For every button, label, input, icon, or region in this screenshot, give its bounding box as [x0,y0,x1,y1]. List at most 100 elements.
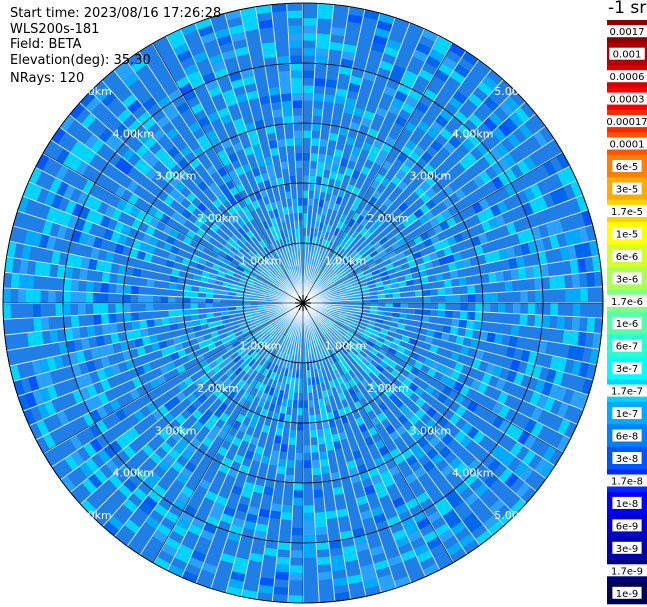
ppi-cell [519,314,528,326]
ppi-cell [292,93,303,101]
range-ring-label: 2.00km [197,382,239,395]
ppi-cell [49,329,59,343]
ppi-cell [298,213,303,221]
ppi-cell [286,459,295,468]
ppi-cell [495,271,505,282]
ppi-cell [550,303,558,316]
ppi-cell [303,175,310,184]
ppi-cell [293,497,303,506]
ppi-cell [324,94,335,103]
ppi-cell [3,304,11,319]
ppi-cell [25,275,35,289]
ppi-cell [317,556,331,566]
ppi-cell [325,79,338,88]
ppi-cell [71,327,81,340]
ppi-cell [281,504,293,513]
ppi-cell [549,276,558,289]
ppi-cell [312,123,322,132]
ppi-cell [467,311,476,321]
ppi-cell [278,541,291,551]
ppi-cell [459,311,468,320]
ppi-cell [296,422,303,431]
ppi-cell [316,541,329,551]
ppi-cell [25,289,34,303]
colorbar-tick-label: 0.0017 [610,27,645,38]
ppi-cell [303,85,314,94]
ppi-cell [400,303,408,309]
ppi-cell [443,279,453,288]
colorbar-tick-label: 6e-7 [616,342,639,353]
ppi-cell [275,564,290,573]
ppi-cell [303,93,314,101]
ppi-cell [289,175,297,184]
ppi-cell [276,556,290,566]
ppi-cell [565,288,573,302]
ppi-cell [303,512,315,521]
ppi-cell [18,274,27,289]
ppi-cell [490,292,498,303]
range-ring-label: 2.00km [367,382,409,395]
ppi-cell [311,459,321,468]
ppi-cell [488,272,497,283]
ppi-cell [303,25,317,34]
ppi-cell [78,292,86,303]
ppi-cell [263,49,277,59]
ppi-cell [295,153,303,161]
ppi-cell [556,275,566,289]
ppi-cell [33,317,42,332]
ppi-cell [385,303,393,308]
ppi-cell [571,317,581,331]
ppi-cell [100,282,109,293]
ppi-cell [317,153,326,163]
ppi-cell [270,94,281,103]
ppi-cell [316,33,331,42]
ppi-cell [190,297,199,303]
ppi-cell [297,407,303,416]
ppi-cell [309,175,316,184]
ppi-cell [123,284,132,294]
colorbar-tick-label: 1e-7 [616,409,639,420]
ppi-cell [293,115,303,124]
colorbar-tick-label: 1e-9 [616,589,639,600]
ppi-cell [437,303,446,310]
ppi-cell [309,422,317,431]
ppi-cell [297,400,303,408]
ppi-cell [85,281,95,292]
ppi-cell [303,18,317,26]
ppi-cell [288,25,302,34]
ppi-cell [504,281,513,292]
ppi-cell [288,437,296,446]
ppi-cell [437,310,446,318]
ppi-cell [294,138,303,146]
ppi-cell [269,510,281,520]
ppi-cell [295,452,303,461]
start-time-label: Start time: 2023/08/16 17:26:28 [10,6,222,21]
colorbar-tick-label: 1.7e-7 [611,387,643,398]
ppi-plot-svg: 1.00km 1.00km 1.00km 1.00km 2.00km 2.00km 2.00… [2,2,647,605]
ppi-cell [292,100,303,109]
ppi-cell [458,319,468,329]
ppi-cell [444,310,453,319]
ppi-cell [100,303,109,314]
ppi-cell [298,385,303,393]
ppi-cell [272,109,283,118]
ppi-cell [517,267,527,280]
ppi-cell [482,293,491,303]
ppi-cell [293,490,303,498]
ppi-cell [205,298,214,303]
ppi-cell [460,303,468,311]
ppi-cell [317,436,326,445]
ppi-cell [422,309,431,316]
ppi-cell [138,295,146,303]
ppi-cell [63,278,72,291]
ppi-cell [311,444,319,453]
ppi-cell [291,78,303,86]
ppi-cell [572,288,581,302]
colorbar-tick-label: 6e-9 [616,521,639,532]
nrays-label: NRays: 120 [10,71,85,86]
colorbar-tick-label: 1.7e-5 [611,207,643,218]
ppi-cell [277,139,286,148]
ppi-cell [325,510,337,520]
ppi-cell [93,292,101,303]
ppi-cell [281,511,292,521]
